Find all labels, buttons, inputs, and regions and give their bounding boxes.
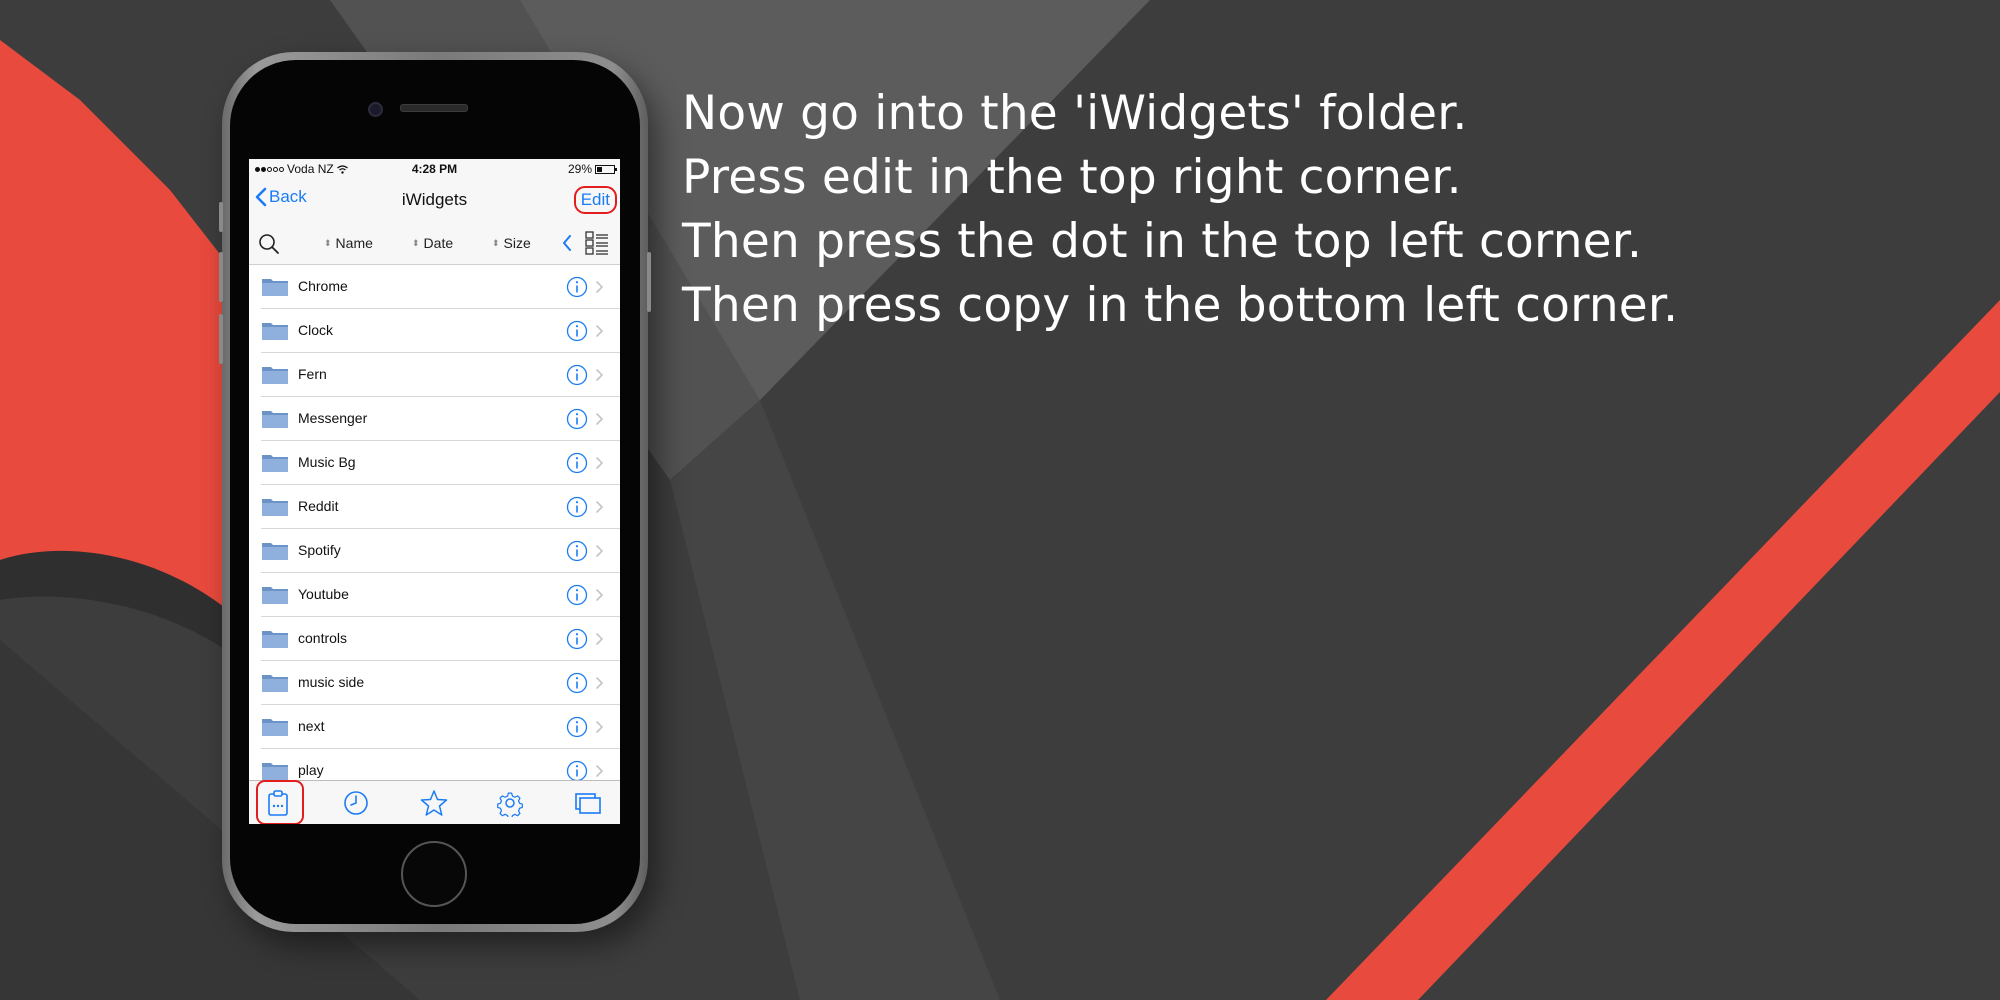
file-row[interactable]: Reddit	[249, 485, 620, 529]
chevron-right-icon	[596, 413, 603, 425]
chevron-right-icon	[596, 589, 603, 601]
sort-date-label: Date	[423, 235, 454, 251]
star-icon[interactable]	[420, 789, 448, 817]
folder-icon	[262, 279, 288, 296]
sort-arrows-icon: ⬍	[492, 238, 500, 248]
file-row[interactable]: next	[249, 705, 620, 749]
sort-name-label: Name	[335, 235, 373, 251]
app-screen: Voda NZ 4:28 PM 29% Back iWidgets Edit ⬍…	[249, 159, 620, 824]
file-name: next	[298, 718, 325, 734]
gear-icon[interactable]	[496, 789, 524, 817]
folder-icon	[262, 587, 288, 604]
file-name: Spotify	[298, 542, 341, 558]
power-button	[647, 252, 651, 312]
chevron-right-icon	[596, 501, 603, 513]
instruction-line: Now go into the 'iWidgets' folder.	[682, 86, 1468, 141]
battery-percent: 29%	[567, 162, 592, 176]
folder-icon	[262, 411, 288, 428]
file-name: Music Bg	[298, 454, 356, 470]
list-view-icon[interactable]	[585, 231, 609, 255]
file-row[interactable]: Spotify	[249, 529, 620, 573]
sort-size-label: Size	[503, 235, 531, 251]
file-row[interactable]: Youtube	[249, 573, 620, 617]
volume-up-button	[219, 252, 223, 302]
file-row[interactable]: Fern	[249, 353, 620, 397]
clock-icon[interactable]	[342, 789, 370, 817]
folder-icon	[262, 455, 288, 472]
clipboard-icon[interactable]	[264, 789, 292, 817]
tab-bar	[249, 780, 620, 824]
folder-icon	[262, 631, 288, 648]
file-name: Youtube	[298, 586, 349, 602]
chevron-right-icon	[596, 325, 603, 337]
folder-icon	[262, 543, 288, 560]
file-list: Chrome Clock Fern Messenger Music Bg Reddit Sp…	[249, 265, 620, 793]
info-icon[interactable]	[566, 452, 588, 474]
instruction-line: Then press copy in the bottom left corne…	[682, 278, 1679, 333]
info-icon[interactable]	[566, 364, 588, 386]
chevron-right-icon	[596, 545, 603, 557]
chevron-right-icon	[596, 765, 603, 777]
sort-by-name-button[interactable]: ⬍ Name	[324, 235, 373, 251]
home-button[interactable]	[401, 841, 467, 907]
info-icon[interactable]	[566, 320, 588, 342]
file-name: play	[298, 762, 324, 778]
edit-button[interactable]: Edit	[573, 186, 617, 214]
info-icon[interactable]	[566, 276, 588, 298]
folder-icon	[262, 763, 288, 780]
windows-icon[interactable]	[574, 789, 602, 817]
info-icon[interactable]	[566, 672, 588, 694]
folder-icon	[262, 719, 288, 736]
page-title: iWidgets	[401, 190, 468, 209]
chevron-right-icon	[596, 457, 603, 469]
chevron-right-icon	[596, 721, 603, 733]
chevron-right-icon	[596, 369, 603, 381]
chevron-right-icon	[596, 677, 603, 689]
sort-arrows-icon: ⬍	[412, 238, 420, 248]
file-name: Fern	[298, 366, 327, 382]
file-name: Chrome	[298, 278, 348, 294]
info-icon[interactable]	[566, 716, 588, 738]
info-icon[interactable]	[566, 408, 588, 430]
sort-arrows-icon: ⬍	[324, 238, 332, 248]
sort-by-size-button[interactable]: ⬍ Size	[492, 235, 531, 251]
instruction-line: Then press the dot in the top left corne…	[682, 214, 1643, 269]
file-name: Messenger	[298, 410, 368, 426]
info-icon[interactable]	[566, 760, 588, 782]
file-row[interactable]: Chrome	[249, 265, 620, 309]
instruction-list: Now go into the 'iWidgets' folder. Press…	[682, 82, 1678, 338]
status-time: 4:28 PM	[411, 162, 458, 176]
mute-switch	[219, 202, 223, 232]
folder-icon	[262, 367, 288, 384]
volume-down-button	[219, 314, 223, 364]
info-icon[interactable]	[566, 628, 588, 650]
navigation-bar: Back iWidgets Edit	[249, 179, 620, 221]
collapse-chevron-icon[interactable]	[562, 235, 572, 251]
folder-icon	[262, 323, 288, 340]
info-icon[interactable]	[566, 540, 588, 562]
folder-icon	[262, 499, 288, 516]
search-icon[interactable]	[258, 233, 280, 255]
file-row[interactable]: controls	[249, 617, 620, 661]
file-row[interactable]: music side	[249, 661, 620, 705]
folder-icon	[262, 675, 288, 692]
file-name: music side	[298, 674, 365, 690]
file-name: controls	[298, 630, 348, 646]
file-row[interactable]: Music Bg	[249, 441, 620, 485]
battery-icon	[595, 164, 617, 174]
front-camera	[368, 102, 383, 117]
status-bar: Voda NZ 4:28 PM 29%	[249, 159, 620, 179]
file-name: Clock	[298, 322, 334, 338]
chevron-right-icon	[596, 281, 603, 293]
earpiece-speaker	[400, 104, 468, 112]
sort-toolbar: ⬍ Name ⬍ Date ⬍ Size	[249, 221, 620, 265]
file-row[interactable]: Clock	[249, 309, 620, 353]
file-row[interactable]: Messenger	[249, 397, 620, 441]
info-icon[interactable]	[566, 496, 588, 518]
info-icon[interactable]	[566, 584, 588, 606]
chevron-right-icon	[596, 633, 603, 645]
instruction-line: Press edit in the top right corner.	[682, 150, 1462, 205]
file-name: Reddit	[298, 498, 339, 514]
sort-by-date-button[interactable]: ⬍ Date	[412, 235, 453, 251]
